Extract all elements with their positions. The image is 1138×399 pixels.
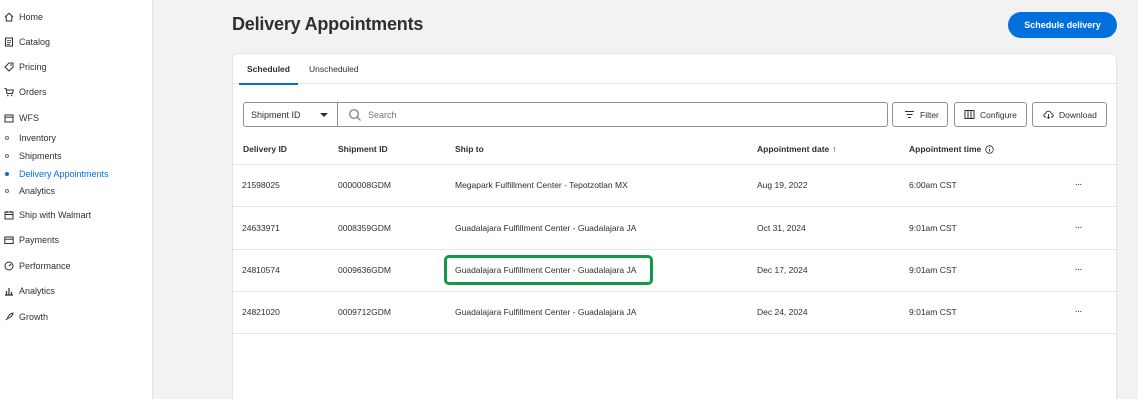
sidebar: Home Catalog Pricing Orders WFS Inventor… <box>0 0 153 399</box>
search-input[interactable] <box>368 105 868 125</box>
info-icon[interactable] <box>985 144 994 154</box>
sidebar-item-label: Pricing <box>19 62 47 72</box>
ship-to-cell: Guadalajara Fulfillment Center - Guadala… <box>455 265 637 275</box>
card-icon <box>4 235 14 245</box>
ship-to-cell: Megapark Fulfillment Center - Tepotzotla… <box>455 180 628 190</box>
filter-button[interactable]: Filter <box>892 102 948 127</box>
home-icon <box>4 12 14 22</box>
delivery-id-cell: 24633971 <box>242 223 280 233</box>
sidebar-item-label: Growth <box>19 312 49 322</box>
sidebar-item-label: Analytics <box>19 286 56 296</box>
sidebar-item-label: Catalog <box>19 37 51 47</box>
filter-label: Filter <box>920 109 939 120</box>
tab-unscheduled[interactable]: Unscheduled <box>301 54 367 84</box>
appointment-time-cell: 6:00am CST <box>909 180 957 190</box>
table-row[interactable]: 21598025 0000008GDM Megapark Fulfillment… <box>233 165 1116 207</box>
tab-bar: Scheduled Unscheduled <box>233 54 1116 85</box>
gauge-icon <box>4 261 14 271</box>
bullet-icon <box>5 136 9 140</box>
appointment-date-cell: Dec 24, 2024 <box>757 307 808 317</box>
appointment-date-cell: Oct 31, 2024 <box>757 223 806 233</box>
column-header-label: Appointment date <box>757 144 830 154</box>
page-title: Delivery Appointments <box>232 14 424 34</box>
schedule-delivery-button[interactable]: Schedule delivery <box>1008 12 1117 38</box>
column-header-appointment-time[interactable]: Appointment time <box>909 144 994 154</box>
shipment-id-cell: 0000008GDM <box>338 180 391 190</box>
column-header-ship-to[interactable]: Ship to <box>455 144 484 154</box>
shipment-id-cell: 0008359GDM <box>338 223 391 233</box>
shipment-id-cell: 0009636GDM <box>338 265 391 275</box>
table-row[interactable]: 24821020 0009712GDM Guadalajara Fulfillm… <box>233 292 1116 334</box>
select-value: Shipment ID <box>251 109 301 120</box>
bullet-icon <box>5 154 9 158</box>
search-field-select[interactable]: Shipment ID <box>243 102 338 127</box>
tag-icon <box>4 62 14 72</box>
sidebar-item-label: WFS <box>19 113 39 123</box>
column-header-shipment-id[interactable]: Shipment ID <box>338 144 388 154</box>
appointment-date-cell: Dec 17, 2024 <box>757 265 808 275</box>
sidebar-item-label: Home <box>19 12 44 22</box>
sidebar-subitem-label: Shipments <box>19 151 62 161</box>
configure-label: Configure <box>980 109 1017 120</box>
ship-to-cell: Guadalajara Fulfillment Center - Guadala… <box>455 223 637 233</box>
sidebar-item-label: Payments <box>19 235 60 245</box>
table-row[interactable]: 24810574 0009636GDM Guadalajara Fulfillm… <box>233 250 1116 292</box>
calendar-truck-icon <box>4 210 14 220</box>
sidebar-item-label: Orders <box>19 87 47 97</box>
appointments-card: Scheduled Unscheduled Shipment ID Filter… <box>232 53 1117 399</box>
download-label: Download <box>1059 109 1097 120</box>
rocket-icon <box>4 312 14 322</box>
cart-icon <box>4 87 14 97</box>
column-header-appointment-date[interactable]: Appointment date ↑ <box>757 144 837 154</box>
configure-button[interactable]: Configure <box>954 102 1027 127</box>
more-actions-icon[interactable]: ··· <box>1071 177 1085 191</box>
bar-chart-icon <box>4 286 14 296</box>
delivery-id-cell: 24821020 <box>242 307 280 317</box>
appointment-time-cell: 9:01am CST <box>909 265 957 275</box>
sidebar-item-label: Performance <box>19 261 71 271</box>
chevron-down-icon <box>320 113 328 117</box>
column-header-label: Appointment time <box>909 144 982 154</box>
appointment-time-cell: 9:01am CST <box>909 307 957 317</box>
catalog-icon <box>4 37 14 47</box>
delivery-id-cell: 21598025 <box>242 180 280 190</box>
delivery-id-cell: 24810574 <box>242 265 280 275</box>
search-box <box>337 102 888 127</box>
more-actions-icon[interactable]: ··· <box>1071 220 1085 234</box>
download-button[interactable]: Download <box>1032 102 1107 127</box>
search-icon <box>349 109 361 121</box>
bullet-icon <box>5 172 9 176</box>
sidebar-subitem-label: Analytics <box>19 186 56 196</box>
sidebar-item-label: Ship with Walmart <box>19 210 92 220</box>
sidebar-subitem-label: Delivery Appointments <box>19 169 109 179</box>
filter-icon <box>905 111 914 118</box>
ship-to-cell: Guadalajara Fulfillment Center - Guadala… <box>455 307 637 317</box>
more-actions-icon[interactable]: ··· <box>1071 262 1085 276</box>
more-actions-icon[interactable]: ··· <box>1071 304 1085 318</box>
bullet-icon <box>5 189 9 193</box>
sidebar-subitem-label: Inventory <box>19 133 57 143</box>
table-row[interactable]: 24633971 0008359GDM Guadalajara Fulfillm… <box>233 208 1116 250</box>
shipment-id-cell: 0009712GDM <box>338 307 391 317</box>
tab-scheduled[interactable]: Scheduled <box>239 54 298 85</box>
box-icon <box>4 113 14 123</box>
appointment-date-cell: Aug 19, 2022 <box>757 180 808 190</box>
column-header-delivery-id[interactable]: Delivery ID <box>243 144 287 154</box>
sort-ascending-icon: ↑ <box>832 144 837 154</box>
cloud-download-icon <box>1043 110 1054 120</box>
columns-icon <box>964 110 975 119</box>
appointment-time-cell: 9:01am CST <box>909 223 957 233</box>
